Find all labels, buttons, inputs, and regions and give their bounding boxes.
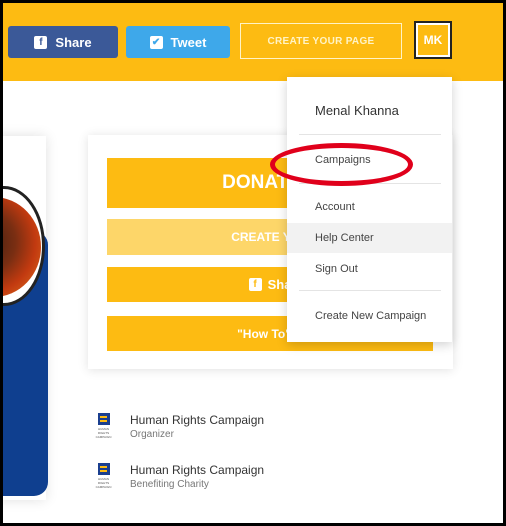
top-bar: f Share ✔ Tweet CREATE YOUR PAGE MK xyxy=(3,3,503,81)
menu-item-create-new-campaign[interactable]: Create New Campaign xyxy=(315,310,426,322)
hrc-logo: HUMAN RIGHTS CAMPAIGN xyxy=(95,413,112,439)
twitter-icon: ✔ xyxy=(149,35,163,49)
annotation-highlight-ellipse xyxy=(270,143,413,186)
menu-item-help-center[interactable]: Help Center xyxy=(315,232,374,244)
charity-name[interactable]: Human Rights Campaign xyxy=(130,463,264,478)
organizer-name[interactable]: Human Rights Campaign xyxy=(130,413,264,428)
user-avatar-button[interactable]: MK xyxy=(414,21,452,59)
share-button[interactable]: f Share xyxy=(8,26,118,58)
tweet-button-label: Tweet xyxy=(170,34,207,50)
share-button-label: Share xyxy=(55,34,92,50)
menu-item-sign-out[interactable]: Sign Out xyxy=(315,263,358,275)
organizer-item[interactable]: HUMAN RIGHTS CAMPAIGN Human Rights Campa… xyxy=(95,413,264,441)
page: f Share ✔ Tweet CREATE YOUR PAGE MK DONA… xyxy=(3,3,503,523)
tweet-button[interactable]: ✔ Tweet xyxy=(126,26,230,58)
menu-divider xyxy=(299,290,441,291)
hrc-logo: HUMAN RIGHTS CAMPAIGN xyxy=(95,463,112,489)
menu-user-name: Menal Khanna xyxy=(315,103,399,118)
charity-item[interactable]: HUMAN RIGHTS CAMPAIGN Human Rights Campa… xyxy=(95,463,264,491)
menu-divider xyxy=(299,134,441,135)
screenshot-frame: f Share ✔ Tweet CREATE YOUR PAGE MK DONA… xyxy=(0,0,506,526)
hrc-logo-text: HUMAN RIGHTS CAMPAIGN xyxy=(95,477,112,489)
user-menu-dropdown: Menal Khanna Campaigns Account Help Cent… xyxy=(287,77,452,342)
charity-role: Benefiting Charity xyxy=(130,479,209,490)
facebook-icon: f xyxy=(248,278,262,291)
facebook-icon: f xyxy=(34,35,48,49)
organizer-role: Organizer xyxy=(130,429,174,440)
hrc-logo-text: HUMAN RIGHTS CAMPAIGN xyxy=(95,427,112,439)
create-your-page-button[interactable]: CREATE YOUR PAGE xyxy=(240,23,402,59)
menu-item-account[interactable]: Account xyxy=(315,201,355,213)
